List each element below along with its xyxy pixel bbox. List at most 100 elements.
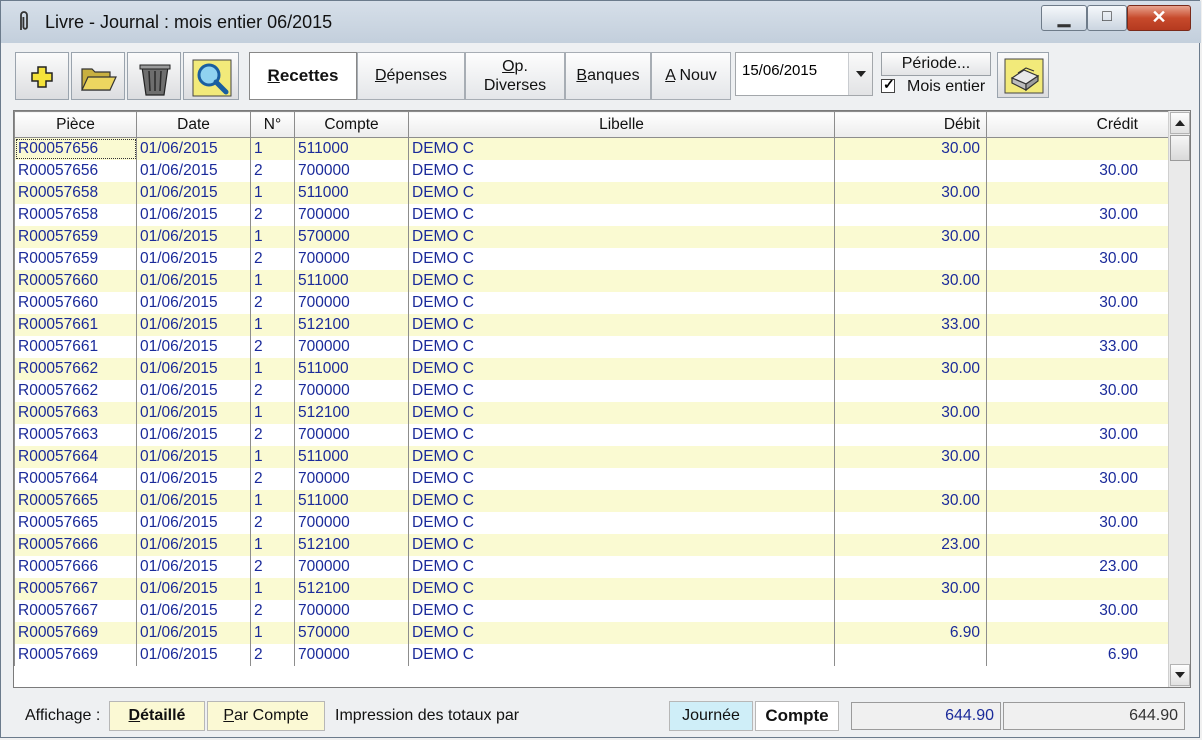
table-row[interactable]: R00057664 01/06/2015 2 700000 DEMO C 30.00 xyxy=(14,468,1169,490)
table-row[interactable]: R00057664 01/06/2015 1 511000 DEMO C 30.00 xyxy=(14,446,1169,468)
cell-libelle: DEMO C xyxy=(408,622,835,644)
cell-debit xyxy=(834,336,987,358)
column-header-compte[interactable]: Compte xyxy=(294,111,409,138)
scroll-down-arrow-icon[interactable] xyxy=(1170,664,1190,686)
minimize-button[interactable]: ▁ xyxy=(1041,5,1087,31)
cell-debit xyxy=(834,160,987,182)
column-header-date[interactable]: Date xyxy=(136,111,251,138)
cell-libelle: DEMO C xyxy=(408,182,835,204)
cell-piece: R00057658 xyxy=(14,182,137,204)
periode-button[interactable]: Période... xyxy=(881,52,991,76)
cell-libelle: DEMO C xyxy=(408,226,835,248)
add-button[interactable] xyxy=(15,52,69,100)
table-row[interactable]: R00057667 01/06/2015 1 512100 DEMO C 30.00 xyxy=(14,578,1169,600)
table-row[interactable]: R00057660 01/06/2015 2 700000 DEMO C 30.00 xyxy=(14,292,1169,314)
cell-numero: 2 xyxy=(250,424,295,446)
open-button[interactable] xyxy=(71,52,125,100)
tab-banques[interactable]: Banques xyxy=(565,52,651,100)
scroll-up-arrow-icon[interactable] xyxy=(1170,112,1190,134)
print-button[interactable] xyxy=(997,52,1049,98)
table-row[interactable]: R00057659 01/06/2015 2 700000 DEMO C 30.00 xyxy=(14,248,1169,270)
cell-compte: 700000 xyxy=(294,204,409,226)
column-header-debit[interactable]: Débit xyxy=(834,111,987,138)
cell-date: 01/06/2015 xyxy=(136,314,251,336)
table-row[interactable]: R00057666 01/06/2015 2 700000 DEMO C 23.00 xyxy=(14,556,1169,578)
table-row[interactable]: R00057666 01/06/2015 1 512100 DEMO C 23.00 xyxy=(14,534,1169,556)
tab-depenses[interactable]: Dépenses xyxy=(357,52,465,100)
table-row[interactable]: R00057656 01/06/2015 1 511000 DEMO C 30.00 xyxy=(14,137,1169,160)
journee-button[interactable]: Journée xyxy=(669,701,753,731)
cell-date: 01/06/2015 xyxy=(136,182,251,204)
cell-libelle: DEMO C xyxy=(408,137,835,160)
table-row[interactable]: R00057665 01/06/2015 2 700000 DEMO C 30.00 xyxy=(14,512,1169,534)
cell-debit: 30.00 xyxy=(834,446,987,468)
date-picker[interactable]: 15/06/2015 xyxy=(735,52,873,96)
cell-compte: 700000 xyxy=(294,380,409,402)
delete-button[interactable] xyxy=(127,52,181,100)
cell-credit: 30.00 xyxy=(986,512,1169,534)
table-row[interactable]: R00057663 01/06/2015 2 700000 DEMO C 30.00 xyxy=(14,424,1169,446)
cell-numero: 1 xyxy=(250,534,295,556)
mois-entier-checkbox[interactable]: Mois entier xyxy=(881,76,1001,98)
table-row[interactable]: R00057663 01/06/2015 1 512100 DEMO C 30.00 xyxy=(14,402,1169,424)
table-row[interactable]: R00057661 01/06/2015 1 512100 DEMO C 33.00 xyxy=(14,314,1169,336)
tab-recettes[interactable]: Recettes xyxy=(249,52,357,100)
table-row[interactable]: R00057661 01/06/2015 2 700000 DEMO C 33.00 xyxy=(14,336,1169,358)
compte-button[interactable]: Compte xyxy=(755,701,839,731)
search-button[interactable] xyxy=(183,52,239,100)
column-header-libelle[interactable]: Libelle xyxy=(408,111,835,138)
table-row[interactable]: R00057662 01/06/2015 2 700000 DEMO C 30.00 xyxy=(14,380,1169,402)
table-row[interactable]: R00057669 01/06/2015 2 700000 DEMO C 6.90 xyxy=(14,644,1169,666)
par-compte-button[interactable]: Par Compte xyxy=(207,701,325,731)
checkbox-checked-icon[interactable] xyxy=(881,76,895,93)
cell-piece: R00057669 xyxy=(14,644,137,666)
table-row[interactable]: R00057669 01/06/2015 1 570000 DEMO C 6.90 xyxy=(14,622,1169,644)
table-row[interactable]: R00057658 01/06/2015 1 511000 DEMO C 30.00 xyxy=(14,182,1169,204)
table-row[interactable]: R00057662 01/06/2015 1 511000 DEMO C 30.00 xyxy=(14,358,1169,380)
cell-compte: 700000 xyxy=(294,600,409,622)
column-header-credit[interactable]: Crédit xyxy=(986,111,1169,138)
cell-date: 01/06/2015 xyxy=(136,446,251,468)
cell-debit: 30.00 xyxy=(834,137,987,160)
table-row[interactable]: R00057656 01/06/2015 2 700000 DEMO C 30.00 xyxy=(14,160,1169,182)
cell-libelle: DEMO C xyxy=(408,292,835,314)
table-row[interactable]: R00057665 01/06/2015 1 511000 DEMO C 30.00 xyxy=(14,490,1169,512)
cell-compte: 512100 xyxy=(294,402,409,424)
vertical-scrollbar[interactable] xyxy=(1168,111,1190,687)
detaille-button[interactable]: Détaillé xyxy=(109,701,205,731)
cell-libelle: DEMO C xyxy=(408,490,835,512)
cell-libelle: DEMO C xyxy=(408,600,835,622)
window-title: Livre - Journal : mois entier 06/2015 xyxy=(45,12,333,32)
tab-op-diverses[interactable]: Op. Diverses xyxy=(465,52,565,100)
cell-piece: R00057663 xyxy=(14,402,137,424)
cell-compte: 570000 xyxy=(294,226,409,248)
scroll-thumb[interactable] xyxy=(1170,135,1190,161)
cell-piece: R00057658 xyxy=(14,204,137,226)
cell-numero: 1 xyxy=(250,578,295,600)
cell-compte: 700000 xyxy=(294,644,409,666)
table-row[interactable]: R00057658 01/06/2015 2 700000 DEMO C 30.00 xyxy=(14,204,1169,226)
table-row[interactable]: R00057667 01/06/2015 2 700000 DEMO C 30.00 xyxy=(14,600,1169,622)
trash-bin-icon xyxy=(139,64,171,96)
chevron-down-icon[interactable] xyxy=(848,53,872,95)
table-row[interactable]: R00057660 01/06/2015 1 511000 DEMO C 30.00 xyxy=(14,270,1169,292)
cell-debit xyxy=(834,292,987,314)
open-folder-icon xyxy=(81,68,117,91)
cell-debit xyxy=(834,468,987,490)
tab-a-nouv[interactable]: A Nouv xyxy=(651,52,731,100)
cell-credit xyxy=(986,137,1169,160)
cell-date: 01/06/2015 xyxy=(136,270,251,292)
close-button[interactable]: ✕ xyxy=(1127,5,1191,31)
cell-date: 01/06/2015 xyxy=(136,534,251,556)
column-header-numero[interactable]: N° xyxy=(250,111,295,138)
table-row[interactable]: R00057659 01/06/2015 1 570000 DEMO C 30.00 xyxy=(14,226,1169,248)
maximize-button[interactable]: □ xyxy=(1087,5,1127,31)
cell-compte: 700000 xyxy=(294,424,409,446)
column-header-piece[interactable]: Pièce xyxy=(14,111,137,138)
cell-date: 01/06/2015 xyxy=(136,380,251,402)
journal-grid[interactable]: Pièce Date N° Compte Libelle Débit Crédi… xyxy=(13,110,1191,688)
cell-piece: R00057656 xyxy=(14,160,137,182)
cell-piece: R00057666 xyxy=(14,534,137,556)
cell-compte: 700000 xyxy=(294,468,409,490)
cell-compte: 511000 xyxy=(294,490,409,512)
